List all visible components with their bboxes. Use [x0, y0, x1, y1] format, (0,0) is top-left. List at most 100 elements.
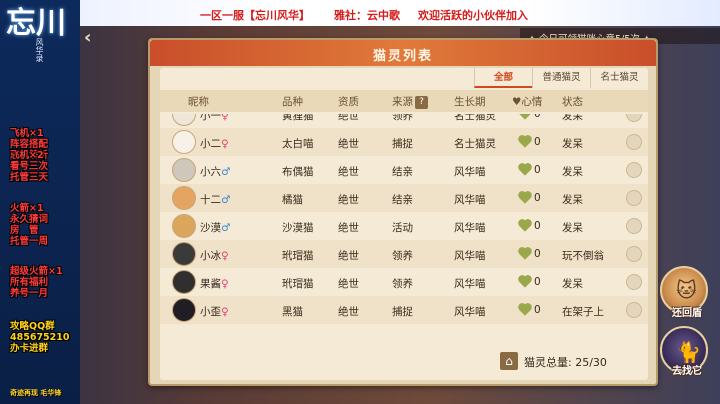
cell-status: 发呆: [562, 194, 583, 206]
cell-source: 领养: [392, 278, 413, 290]
cell-mood: 0: [534, 114, 541, 120]
cat-avatar: [172, 242, 196, 266]
cell-quality: 绝世: [338, 250, 359, 262]
cat-name: 小六♂: [200, 166, 231, 178]
banner-server: 一区一服【忘川风华】: [200, 9, 310, 22]
table-header: 昵称 品种 资质 来源? 生长期 ♥心情 状态: [160, 90, 648, 112]
table-footer: ⌂ 猫灵总量: 25/30: [160, 344, 648, 378]
cell-breed: 橘猫: [282, 194, 303, 206]
cell-growth: 名士猫灵: [454, 114, 496, 122]
cell-breed: 玳瑁猫: [282, 250, 314, 262]
cell-status: 发呆: [562, 138, 583, 150]
table-row[interactable]: 果酱♀ 玳瑁猫 绝世 领养 风华喵 发呆 0: [160, 268, 648, 296]
panel-title-bar: 猫灵列表: [150, 40, 656, 66]
table-row[interactable]: 沙漠♂ 沙漠猫 绝世 活动 风华喵 发呆 0: [160, 212, 648, 240]
cell-quality: 绝世: [338, 138, 359, 150]
row-action-button[interactable]: [626, 302, 642, 318]
cat-avatar: [172, 270, 196, 294]
cat-avatar: [172, 114, 196, 126]
promo-line: 攻略QQ群: [10, 321, 55, 332]
promo-line: 飞机×1: [10, 128, 44, 139]
promo-line: 所有福利: [10, 277, 49, 288]
cat-count-icon: ⌂: [500, 352, 518, 370]
cell-breed: 玳瑁猫: [282, 278, 314, 290]
cell-growth: 风华喵: [454, 250, 486, 262]
overlay-caption: 奇迹再现 毛华锋: [10, 389, 62, 397]
help-icon[interactable]: ?: [415, 95, 428, 109]
header-quality: 资质: [338, 96, 359, 108]
cat-name: 小二♀: [200, 138, 229, 150]
promo-line: 托管一周: [10, 236, 49, 247]
cell-quality: 绝世: [338, 222, 359, 234]
cell-mood: 0: [534, 192, 541, 204]
banner-club: 雅社：云中歌: [334, 9, 400, 22]
logo-subtitle: 风华录: [35, 38, 44, 62]
cell-source: 结亲: [392, 194, 413, 206]
cell-quality: 绝世: [338, 114, 359, 122]
mood-heart-icon: [519, 248, 531, 260]
promo-line: 房 管: [10, 225, 39, 236]
sex-icon: ♀: [221, 114, 229, 122]
row-action-button[interactable]: [626, 246, 642, 262]
cell-breed: 布偶猫: [282, 166, 314, 178]
row-action-button[interactable]: [626, 190, 642, 206]
row-action-button[interactable]: [626, 162, 642, 178]
table-row[interactable]: 十二♂ 橘猫 绝世 结亲 风华喵 发呆 0: [160, 184, 648, 212]
panel-title: 猫灵列表: [372, 49, 433, 64]
stream-overlay-left: 忘川 风华录 飞机×1 阵容搭配 思路解析 飞机×2 看号三次 托管三天 火箭×1 永久猜词房…: [0, 0, 80, 404]
cell-status: 在架子上: [562, 306, 604, 318]
table-row[interactable]: 小歪♀ 黑猫 绝世 捕捉 风华喵 在架子上 0: [160, 296, 648, 324]
cell-breed: 太白喵: [282, 138, 314, 150]
header-nickname: 昵称: [188, 96, 209, 108]
cell-status: 发呆: [562, 278, 583, 290]
cat-name: 沙漠♂: [200, 222, 231, 234]
cell-status: 玩不倒翁: [562, 250, 604, 262]
sex-icon: ♀: [221, 250, 229, 262]
promo-line: 火箭×1: [10, 203, 44, 214]
back-button[interactable]: ‹: [84, 28, 102, 48]
header-mood: ♥心情: [512, 96, 543, 108]
row-action-button[interactable]: [626, 274, 642, 290]
cat-name: 十二♂: [200, 194, 231, 206]
cell-quality: 绝世: [338, 194, 359, 206]
mood-heart-icon: [519, 192, 531, 204]
cat-table-body: 小一♀ 黄狸猫 绝世 领养 名士猫灵 发呆 0 小二♀ 太白喵 绝世 捕捉 名士猫灵 发呆 0 小六♂ 布偶猫…: [160, 114, 648, 336]
cell-breed: 黄狸猫: [282, 114, 314, 122]
cat-avatar: [172, 214, 196, 238]
cat-silhouette-icon: 🐈: [676, 340, 701, 364]
row-action-button[interactable]: [626, 114, 642, 122]
cell-mood: 0: [534, 276, 541, 288]
tab-famous-cats[interactable]: 名士猫灵: [590, 68, 648, 88]
cell-mood: 0: [534, 248, 541, 260]
tab-all[interactable]: 全部: [474, 68, 532, 88]
table-row[interactable]: 小六♂ 布偶猫 绝世 结亲 风华喵 发呆 0: [160, 156, 648, 184]
table-row[interactable]: 小一♀ 黄狸猫 绝世 领养 名士猫灵 发呆 0: [160, 114, 648, 128]
cell-breed: 黑猫: [282, 306, 303, 318]
game-logo: 忘川 风华录: [6, 8, 66, 78]
table-row[interactable]: 小二♀ 太白喵 绝世 捕捉 名士猫灵 发呆 0: [160, 128, 648, 156]
panel-content: 全部 普通猫灵 名士猫灵 昵称 品种 资质 来源? 生长期 ♥心情 状态 小一♀…: [160, 68, 648, 380]
cell-source: 活动: [392, 222, 413, 234]
tab-normal-cats[interactable]: 普通猫灵: [532, 68, 590, 88]
sex-icon: ♀: [221, 138, 229, 150]
cell-growth: 风华喵: [454, 278, 486, 290]
row-action-button[interactable]: [626, 218, 642, 234]
promo-block: 超级火箭×1 所有福利 养号一月: [10, 266, 63, 299]
cell-quality: 绝世: [338, 278, 359, 290]
logo-text: 忘川: [6, 6, 66, 41]
mood-heart-icon: [519, 220, 531, 232]
cell-source: 领养: [392, 250, 413, 262]
cell-quality: 绝世: [338, 306, 359, 318]
cat-avatar: [172, 158, 196, 182]
row-action-button[interactable]: [626, 134, 642, 150]
table-row[interactable]: 小冰♀ 玳瑁猫 绝世 领养 风华喵 玩不倒翁 0: [160, 240, 648, 268]
promo-line: 飞机×2: [10, 150, 44, 161]
cell-source: 捕捉: [392, 138, 413, 150]
sex-icon: ♂: [221, 222, 231, 234]
heart-icon: ♥: [512, 96, 522, 108]
cell-mood: 0: [534, 304, 541, 316]
filter-tabs: 全部 普通猫灵 名士猫灵: [474, 68, 648, 88]
cat-face-icon: 🐱: [676, 278, 697, 302]
cell-source: 领养: [392, 114, 413, 122]
cat-name: 果酱♀: [200, 278, 229, 290]
